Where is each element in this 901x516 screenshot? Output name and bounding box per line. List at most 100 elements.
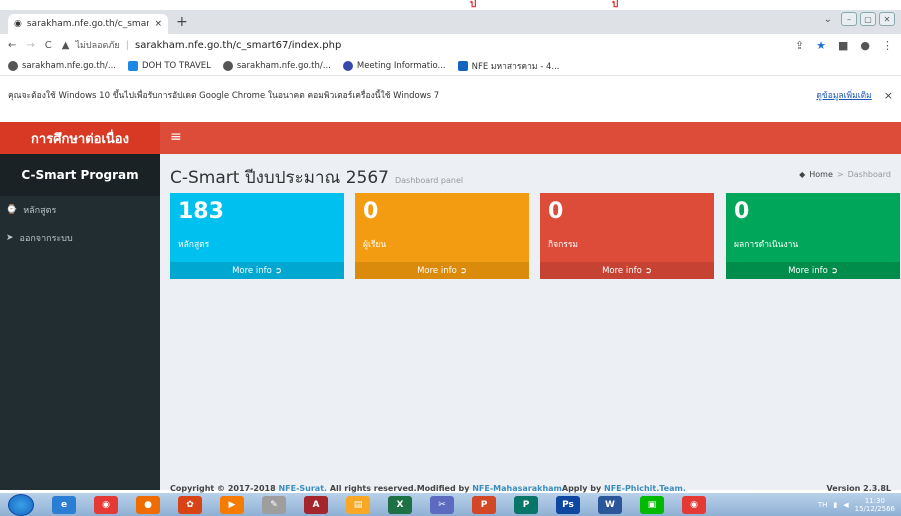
breadcrumb-current: Dashboard [847, 170, 891, 179]
network-icon[interactable]: ▮ [833, 501, 837, 509]
taskbar-media-icon[interactable]: ▶ [220, 495, 244, 514]
bookmark-label: Meeting Informatio... [356, 60, 446, 71]
taskbar-line-icon[interactable]: ▣ [640, 495, 664, 514]
bookmark-icon [8, 60, 18, 71]
more-info-link[interactable]: More info ➲ [726, 262, 900, 279]
bookmarks-bar: sarakham.nfe.go.th/... DOH TO TRAVEL sar… [0, 56, 901, 76]
more-info-link[interactable]: More info ➲ [355, 262, 529, 279]
star-icon[interactable]: ★ [816, 39, 826, 52]
stat-box-activities: 0 กิจกรรม More info ➲ [540, 193, 714, 279]
more-info-link[interactable]: More info ➲ [540, 262, 714, 279]
info-close-icon[interactable]: × [884, 89, 893, 102]
stat-label: ผลการดำเนินงาน [734, 240, 799, 250]
stat-label: หลักสูตร [178, 240, 210, 250]
taskbar-snip-icon[interactable]: ✂ [430, 495, 454, 514]
bookmark-item[interactable]: sarakham.nfe.go.th/... [222, 60, 331, 71]
url-field[interactable]: ▲ ไม่ปลอดภัย | sarakham.nfe.go.th/c_smar… [62, 38, 785, 52]
volume-icon[interactable]: ◀ [843, 501, 848, 509]
new-tab-button[interactable]: + [176, 14, 188, 30]
more-info-link[interactable]: More info ➲ [170, 262, 344, 279]
app-footer: Copyright © 2017-2018 NFE-Surat. All rig… [160, 484, 901, 493]
top-strip: ป ป [0, 0, 901, 10]
warning-icon: ▲ [61, 39, 70, 51]
sidebar: C-Smart Program ⌚ หลักสูตร ➤ ออกจากระบบ [0, 154, 160, 490]
taskbar-paint-icon[interactable]: ✿ [178, 495, 202, 514]
copyright-mid: Apply by [561, 484, 604, 493]
tab-close-icon[interactable]: × [154, 19, 162, 29]
taskbar-firefox-icon[interactable]: ● [136, 495, 160, 514]
browser-tabbar: ◉ sarakham.nfe.go.th/c_smart67/in × + ⌄ … [0, 10, 901, 34]
close-window-button[interactable]: ✕ [879, 12, 895, 26]
system-tray: TH ▮ ◀ 11:30 15/12/2566 [818, 493, 895, 516]
reload-icon[interactable]: C [45, 40, 52, 51]
toolbar-right: ⇪ ★ ■ ● ⋮ [795, 39, 893, 52]
taskbar-excel-icon[interactable]: X [388, 495, 412, 514]
minimize-button[interactable]: – [841, 12, 857, 26]
taskbar-tools-icon[interactable]: ✎ [262, 495, 286, 514]
clock[interactable]: 11:30 15/12/2566 [855, 497, 895, 513]
more-info-label: More info [417, 265, 457, 276]
browser-tab[interactable]: ◉ sarakham.nfe.go.th/c_smart67/in × [8, 14, 168, 34]
stat-value: 183 [178, 199, 224, 224]
stat-label: ผู้เรียน [363, 240, 387, 250]
program-title: C-Smart Program [0, 154, 160, 196]
taskbar-ie-icon[interactable]: e [52, 495, 76, 514]
forward-icon[interactable]: → [26, 40, 34, 51]
bookmark-item[interactable]: DOH TO TRAVEL [128, 60, 211, 71]
stat-label: กิจกรรม [548, 240, 579, 250]
page-subtitle: Dashboard panel [394, 176, 464, 185]
stat-value: 0 [363, 199, 379, 224]
menu-toggle-icon[interactable]: ≡ [170, 129, 182, 145]
taskbar-word-icon[interactable]: W [598, 495, 622, 514]
bookmark-label: sarakham.nfe.go.th/... [22, 60, 116, 71]
home-icon: ◆ [799, 170, 806, 179]
globe-icon: ◉ [14, 19, 22, 29]
maximize-button[interactable]: ▢ [860, 12, 876, 26]
page-title: C-Smart ปีงบประมาณ 2567 [170, 168, 389, 188]
taskbar-chrome2-icon[interactable]: ◉ [682, 495, 706, 514]
chevron-down-icon[interactable]: ⌄ [824, 14, 832, 25]
sidebar-item-logout[interactable]: ➤ ออกจากระบบ [0, 224, 160, 252]
org-link[interactable]: NFE-Phichit.Team. [604, 484, 686, 493]
arrow-circle-right-icon: ➲ [830, 265, 838, 276]
bookmark-item[interactable]: sarakham.nfe.go.th/... [8, 60, 116, 71]
version-label: Version 2.3.8L [826, 484, 891, 493]
sidebar-item-label: หลักสูตร [23, 206, 57, 216]
breadcrumb-home[interactable]: Home [809, 170, 833, 179]
stat-box-courses: 183 หลักสูตร More info ➲ [170, 193, 344, 279]
sidebar-item-courses[interactable]: ⌚ หลักสูตร [0, 196, 160, 224]
taskbar-publisher-icon[interactable]: P [514, 495, 538, 514]
profile-icon[interactable]: ● [860, 39, 870, 52]
not-secure-label: ไม่ปลอดภัย [75, 41, 120, 51]
breadcrumb-sep: > [836, 170, 844, 179]
stat-box-learners: 0 ผู้เรียน More info ➲ [355, 193, 529, 279]
tab-title: sarakham.nfe.go.th/c_smart67/in [26, 19, 150, 29]
clock-time: 11:30 [864, 496, 885, 505]
taskbar-chrome-icon[interactable]: ◉ [94, 495, 118, 514]
taskbar-powerpoint-icon[interactable]: P [472, 495, 496, 514]
back-icon[interactable]: ← [8, 40, 16, 51]
bookmark-item[interactable]: Meeting Informatio... [342, 60, 446, 71]
bookmark-item[interactable]: NFE มหาสารคาม - 4... [457, 59, 560, 73]
share-icon[interactable]: ⇪ [795, 39, 804, 52]
info-link[interactable]: ดูข้อมูลเพิ่มเติม [816, 88, 871, 102]
window-controls: ⌄ – ▢ ✕ [824, 12, 895, 26]
more-info-label: More info [788, 265, 828, 276]
bookmark-icon [222, 60, 233, 71]
copyright: Copyright © 2017-2018 NFE-Surat. All rig… [170, 484, 827, 493]
arrow-circle-right-icon: ➲ [459, 265, 467, 276]
app-logo[interactable]: การศึกษาต่อเนื่อง [0, 122, 160, 154]
taskbar-explorer-icon[interactable]: ▤ [346, 495, 370, 514]
start-button[interactable] [8, 493, 34, 516]
bookmark-icon [342, 60, 353, 71]
more-icon[interactable]: ⋮ [882, 39, 893, 52]
taskbar-access-icon[interactable]: A [304, 495, 328, 514]
sidepanel-icon[interactable]: ■ [838, 39, 848, 52]
org-link[interactable]: NFE-Mahasarakham [472, 484, 562, 493]
main-content: C-Smart ปีงบประมาณ 2567 Dashboard panel … [160, 154, 901, 490]
bookmark-label: NFE มหาสารคาม - 4... [471, 61, 560, 72]
taskbar-photoshop-icon[interactable]: Ps [556, 495, 580, 514]
language-indicator[interactable]: TH [818, 501, 828, 509]
org-link[interactable]: NFE-Surat. [278, 484, 327, 493]
copyright-mid: All rights reserved.Modified by [327, 484, 473, 493]
